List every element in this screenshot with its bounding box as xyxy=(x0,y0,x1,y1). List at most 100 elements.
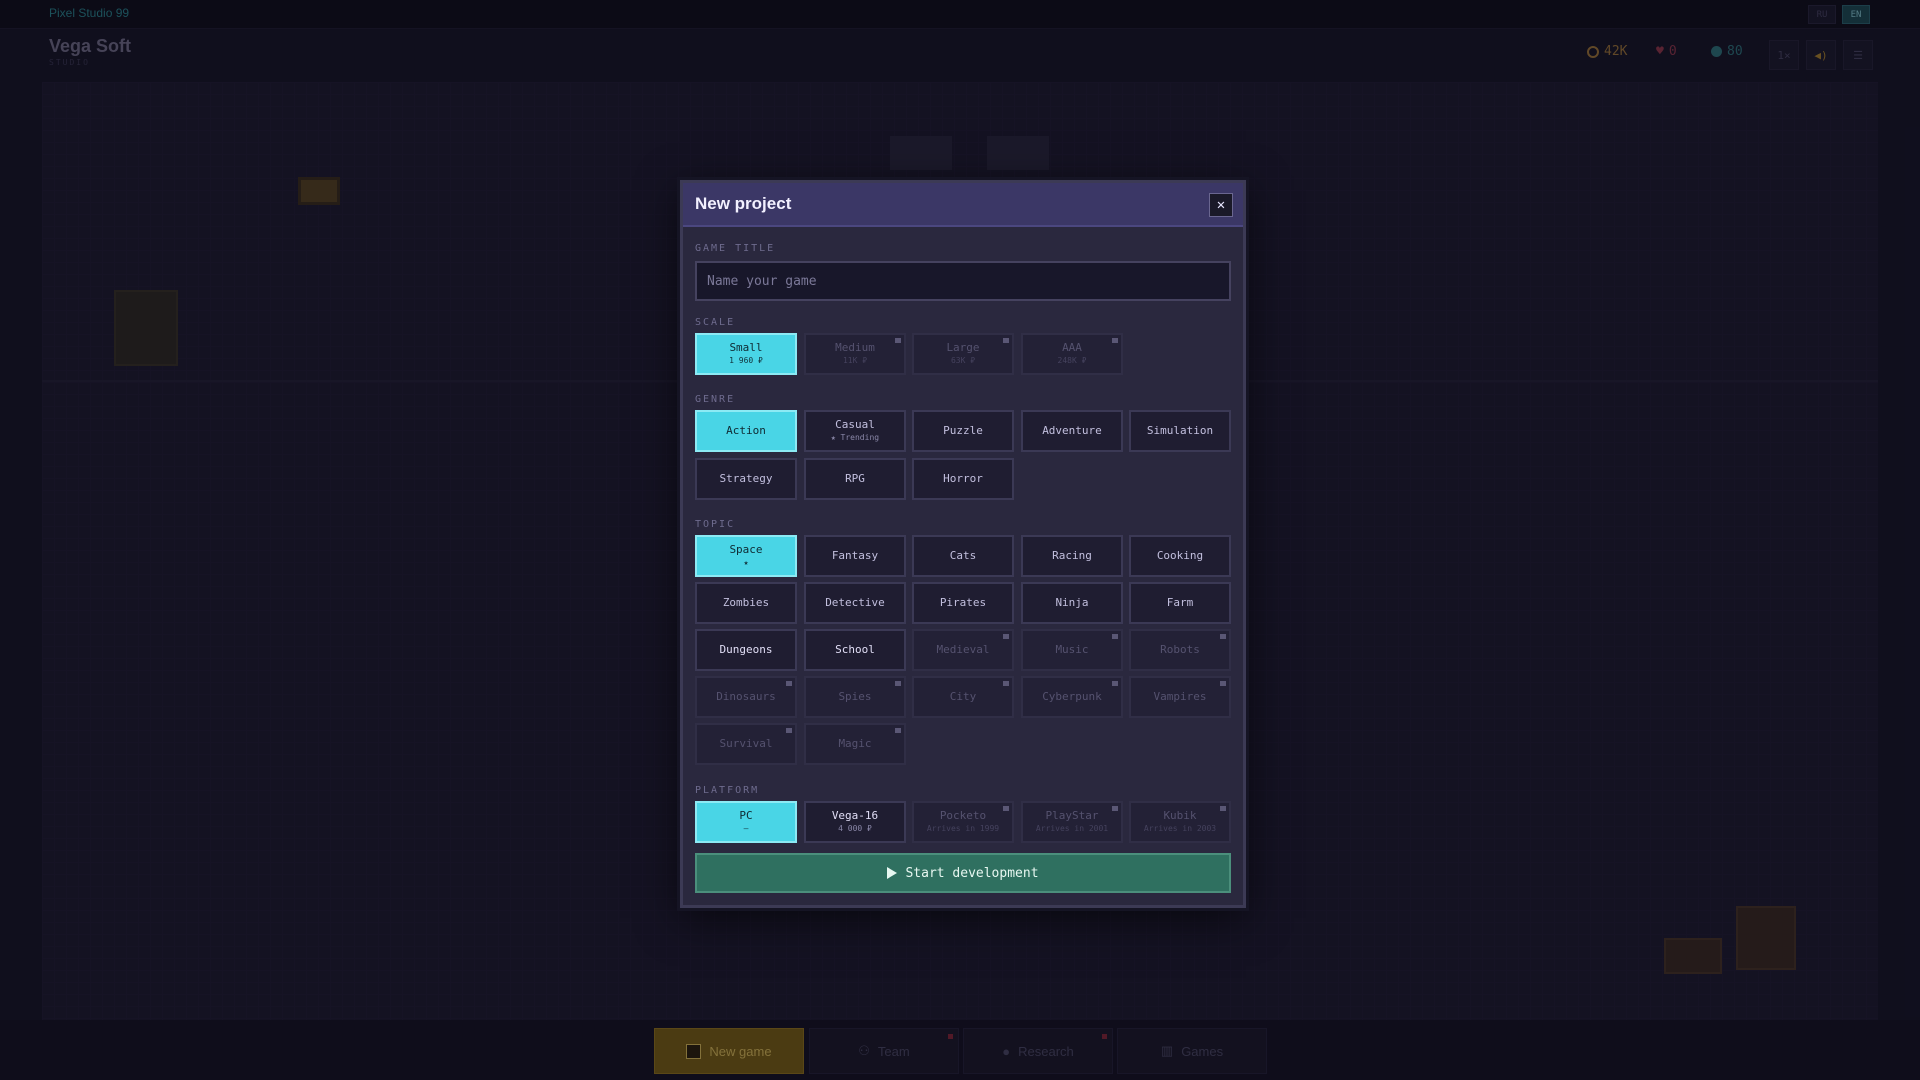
topic-option-magic[interactable]: Magic xyxy=(804,723,906,765)
close-button[interactable]: ✕ xyxy=(1209,193,1233,217)
lock-icon xyxy=(895,338,901,343)
dialog-body[interactable]: GAME TITLE SCALE Small1 960 ₽Medium11K ₽… xyxy=(695,227,1231,843)
option-subtext: ★ Trending xyxy=(830,433,880,443)
lock-icon xyxy=(1112,806,1118,811)
option-name: Simulation xyxy=(1146,423,1214,437)
option-name: School xyxy=(835,642,875,656)
lock-icon xyxy=(895,681,901,686)
topic-option-racing[interactable]: Racing xyxy=(1021,535,1123,577)
topic-option-dungeons[interactable]: Dungeons xyxy=(695,629,797,671)
platform-option-playstar[interactable]: PlayStar Arrives in 2001 xyxy=(1021,801,1123,843)
option-name: Dinosaurs xyxy=(716,689,776,703)
game-title-input[interactable] xyxy=(695,261,1231,301)
topic-option-city[interactable]: City xyxy=(912,676,1014,718)
genre-option-action[interactable]: Action xyxy=(695,410,797,452)
option-subtext: 1 960 ₽ xyxy=(729,356,763,366)
genre-option-casual[interactable]: Casual ★ Trending xyxy=(804,410,906,452)
topic-option-spies[interactable]: Spies xyxy=(804,676,906,718)
option-name: Cats xyxy=(949,548,977,562)
option-name: Pocketo xyxy=(939,809,987,823)
option-name: Large xyxy=(946,341,980,355)
topic-option-survival[interactable]: Survival xyxy=(695,723,797,765)
genre-option-puzzle[interactable]: Puzzle xyxy=(912,410,1014,452)
option-name: Vega-16 xyxy=(831,809,879,823)
option-name: Kubik xyxy=(1163,809,1197,823)
platform-label: PLATFORM xyxy=(695,785,760,796)
option-name: PC xyxy=(739,809,753,823)
genre-option-rpg[interactable]: RPG xyxy=(804,458,906,500)
option-name: Horror xyxy=(943,471,983,485)
option-name: Zombies xyxy=(722,595,770,609)
option-name: Cooking xyxy=(1156,548,1204,562)
option-name: Cyberpunk xyxy=(1042,689,1102,703)
topic-option-music[interactable]: Music xyxy=(1021,629,1123,671)
topic-option-fantasy[interactable]: Fantasy xyxy=(804,535,906,577)
topic-option-pirates[interactable]: Pirates xyxy=(912,582,1014,624)
genre-option-simulation[interactable]: Simulation xyxy=(1129,410,1231,452)
scale-option-small[interactable]: Small 1 960 ₽ xyxy=(695,333,797,375)
genre-option-strategy[interactable]: Strategy xyxy=(695,458,797,500)
lock-icon xyxy=(1003,806,1009,811)
lock-icon xyxy=(1003,634,1009,639)
lock-icon xyxy=(895,728,901,733)
option-subtext: Arrives in 2003 xyxy=(1143,824,1217,834)
scale-option-aaa[interactable]: AAA 248K ₽ xyxy=(1021,333,1123,375)
genre-option-adventure[interactable]: Adventure xyxy=(1021,410,1123,452)
option-name: Farm xyxy=(1166,595,1194,609)
option-name: Racing xyxy=(1052,548,1092,562)
start-development-button[interactable]: Start development xyxy=(695,853,1231,893)
option-subtext: Arrives in 2001 xyxy=(1035,824,1109,834)
lock-icon xyxy=(1003,338,1009,343)
lock-icon xyxy=(1220,806,1226,811)
topic-option-cooking[interactable]: Cooking xyxy=(1129,535,1231,577)
option-name: AAA xyxy=(1062,341,1082,355)
genre-label: GENRE xyxy=(695,394,736,405)
option-name: Small xyxy=(729,341,763,355)
option-name: Spies xyxy=(838,689,872,703)
topic-option-cats[interactable]: Cats xyxy=(912,535,1014,577)
option-name: Casual xyxy=(835,418,875,432)
topic-label: TOPIC xyxy=(695,519,736,530)
platform-option-kubik[interactable]: Kubik Arrives in 2003 xyxy=(1129,801,1231,843)
option-subtext: 4 000 ₽ xyxy=(838,824,872,834)
topic-option-cyberpunk[interactable]: Cyberpunk xyxy=(1021,676,1123,718)
option-name: Survival xyxy=(719,736,773,750)
topic-option-robots[interactable]: Robots xyxy=(1129,629,1231,671)
lock-icon xyxy=(1003,681,1009,686)
option-name: Action xyxy=(726,423,766,437)
new-project-dialog: New project ✕ GAME TITLE SCALE Small1 96… xyxy=(680,180,1246,908)
option-name: Magic xyxy=(838,736,872,750)
topic-option-zombies[interactable]: Zombies xyxy=(695,582,797,624)
genre-option-horror[interactable]: Horror xyxy=(912,458,1014,500)
option-name: Adventure xyxy=(1042,423,1102,437)
platform-option-pc[interactable]: PC – xyxy=(695,801,797,843)
topic-option-farm[interactable]: Farm xyxy=(1129,582,1231,624)
game-title-label: GAME TITLE xyxy=(695,243,776,254)
dialog-title: New project xyxy=(695,194,792,213)
start-development-label: Start development xyxy=(905,865,1039,881)
option-name: Medieval xyxy=(936,642,990,656)
option-name: Detective xyxy=(825,595,885,609)
option-subtext: 63K ₽ xyxy=(950,356,976,366)
play-icon xyxy=(887,867,898,879)
option-name: Dungeons xyxy=(719,642,773,656)
topic-option-ninja[interactable]: Ninja xyxy=(1021,582,1123,624)
topic-option-detective[interactable]: Detective xyxy=(804,582,906,624)
topic-option-space[interactable]: Space ★ xyxy=(695,535,797,577)
scale-option-large[interactable]: Large 63K ₽ xyxy=(912,333,1014,375)
platform-option-pocketo[interactable]: Pocketo Arrives in 1999 xyxy=(912,801,1014,843)
option-name: Pirates xyxy=(939,595,987,609)
scale-option-medium[interactable]: Medium 11K ₽ xyxy=(804,333,906,375)
option-name: Space xyxy=(729,543,763,557)
scale-label: SCALE xyxy=(695,317,736,328)
lock-icon xyxy=(786,728,792,733)
option-name: PlayStar xyxy=(1045,809,1099,823)
topic-option-medieval[interactable]: Medieval xyxy=(912,629,1014,671)
option-name: Puzzle xyxy=(943,423,983,437)
topic-option-vampires[interactable]: Vampires xyxy=(1129,676,1231,718)
topic-option-school[interactable]: School xyxy=(804,629,906,671)
platform-option-vega-16[interactable]: Vega-16 4 000 ₽ xyxy=(804,801,906,843)
option-subtext: 11K ₽ xyxy=(842,356,868,366)
lock-icon xyxy=(1112,681,1118,686)
topic-option-dinosaurs[interactable]: Dinosaurs xyxy=(695,676,797,718)
